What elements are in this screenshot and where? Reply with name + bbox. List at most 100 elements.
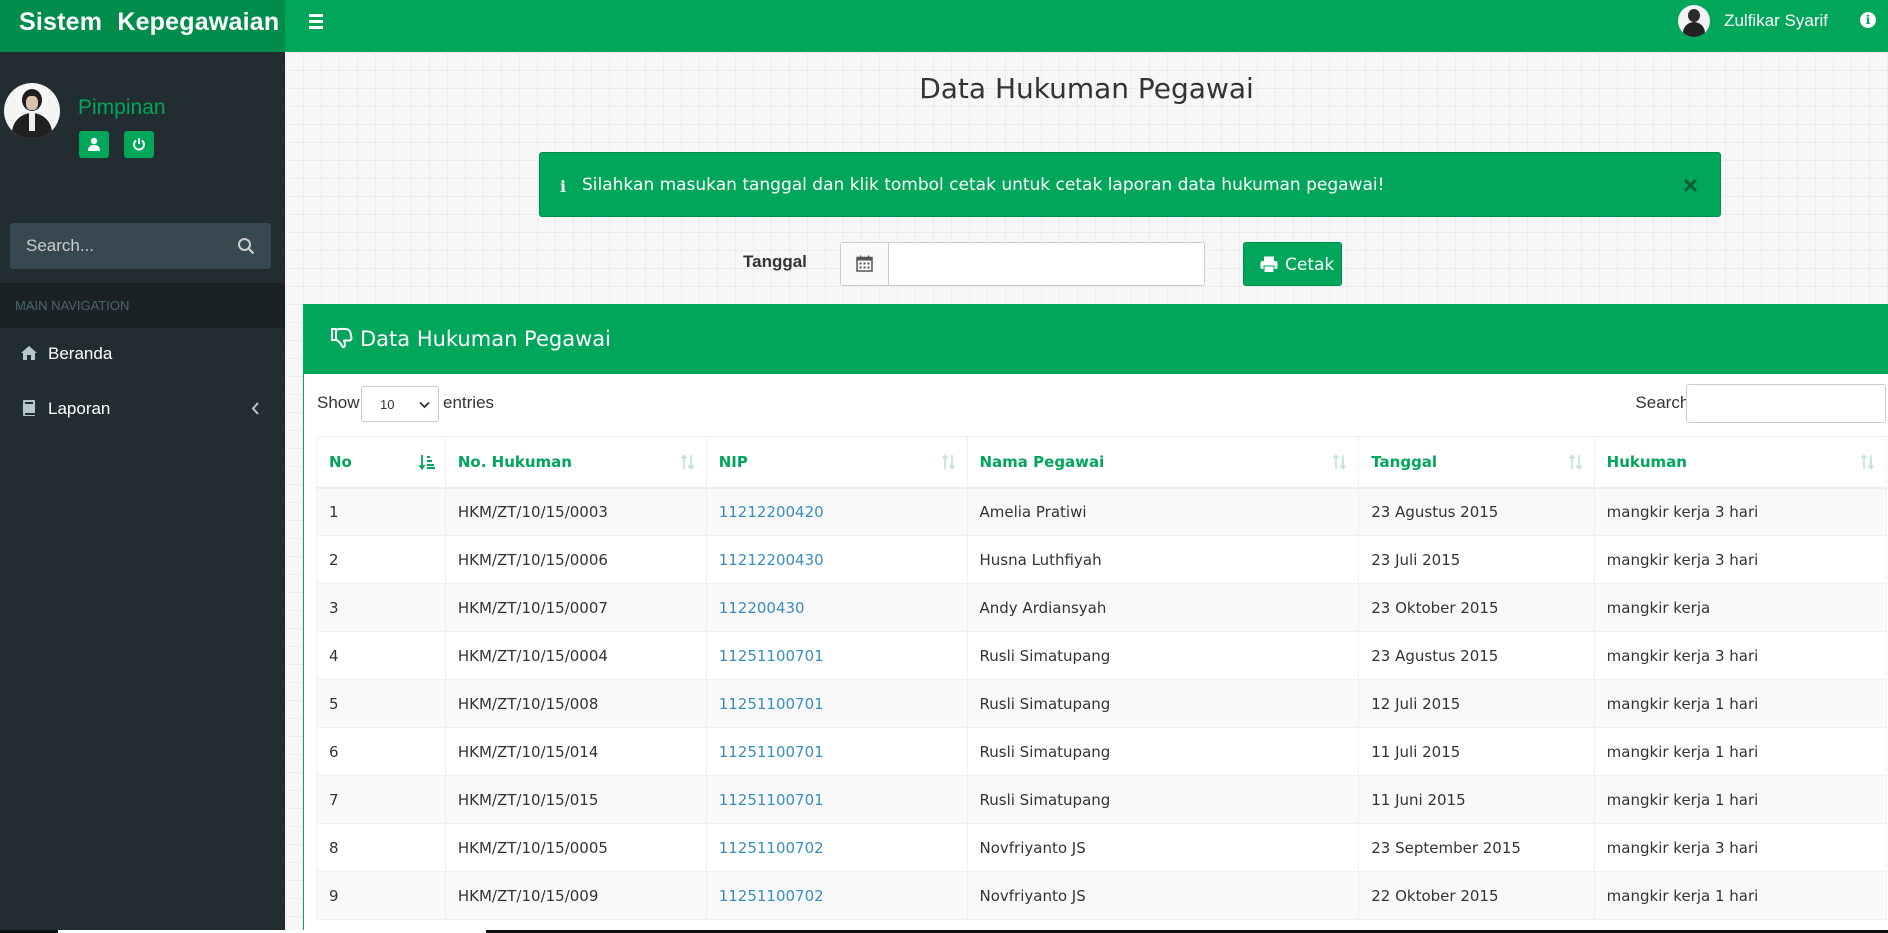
table-header-row: No No. Hukuman NIP Nama Pegawai Tanggal … — [316, 436, 1888, 489]
search-icon[interactable] — [237, 237, 255, 255]
cell-no-hukuman: HKM/ZT/10/15/008 — [444, 679, 707, 728]
column-header-hukuman[interactable]: Hukuman — [1593, 436, 1888, 489]
table-row: 4 HKM/ZT/10/15/0004 11251100701 Rusli Si… — [316, 631, 1888, 680]
chevron-left-icon — [251, 402, 259, 415]
cell-tanggal: 11 Juli 2015 — [1358, 727, 1595, 776]
entries-length-value: 10 — [380, 397, 395, 412]
cell-no-hukuman: HKM/ZT/10/15/0004 — [444, 631, 707, 680]
cell-hukuman: mangkir kerja 1 hari — [1593, 727, 1888, 776]
cell-tanggal: 12 Juli 2015 — [1358, 679, 1595, 728]
sidebar-item-label: Laporan — [48, 399, 111, 418]
show-label: Show — [317, 393, 360, 412]
chevron-down-icon — [419, 401, 430, 409]
sidebar-item-beranda[interactable]: Beranda — [0, 328, 285, 380]
calendar-icon — [856, 255, 873, 272]
cell-nip-link[interactable]: 112200430 — [705, 583, 968, 632]
cell-no: 4 — [316, 631, 446, 680]
column-label: Nama Pegawai — [979, 452, 1105, 471]
cell-nama-pegawai: Novfriyanto JS — [966, 823, 1360, 872]
cell-no: 2 — [316, 535, 446, 584]
column-header-no[interactable]: No — [316, 436, 446, 489]
logout-button[interactable] — [124, 131, 154, 158]
cell-tanggal: 23 September 2015 — [1358, 823, 1595, 872]
table-search-input[interactable] — [1686, 384, 1886, 423]
box-header: Data Hukuman Pegawai — [304, 307, 1888, 374]
info-icon[interactable]: i — [1860, 12, 1876, 28]
calendar-addon[interactable] — [841, 243, 889, 285]
column-label: Hukuman — [1606, 452, 1687, 471]
print-button-label: Cetak — [1285, 255, 1335, 275]
info-icon: i — [560, 177, 567, 196]
cell-no-hukuman: HKM/ZT/10/15/015 — [444, 775, 707, 824]
table-row: 8 HKM/ZT/10/15/0005 11251100702 Novfriya… — [316, 823, 1888, 872]
app-logo[interactable]: Sistem Kepegawaian — [0, 0, 285, 52]
cell-no: 7 — [316, 775, 446, 824]
table-row: 9 HKM/ZT/10/15/009 11251100702 Novfriyan… — [316, 871, 1888, 920]
thumbs-down-icon — [331, 327, 353, 349]
column-label: Tanggal — [1371, 452, 1438, 471]
column-header-nama-pegawai[interactable]: Nama Pegawai — [966, 436, 1360, 489]
alert-text: Silahkan masukan tanggal dan klik tombol… — [582, 175, 1385, 195]
cell-nip-link[interactable]: 11251100702 — [705, 871, 968, 920]
sort-icon — [1860, 454, 1875, 470]
cell-no: 8 — [316, 823, 446, 872]
cell-tanggal: 23 Juli 2015 — [1358, 535, 1595, 584]
cell-nip-link[interactable]: 11251100702 — [705, 823, 968, 872]
user-role: Pimpinan — [78, 96, 166, 119]
user-icon — [88, 137, 100, 151]
profile-button[interactable] — [79, 131, 109, 158]
content-area: Data Hukuman Pegawai i Silahkan masukan … — [285, 52, 1888, 933]
cell-no-hukuman: HKM/ZT/10/15/0007 — [444, 583, 707, 632]
print-icon — [1260, 256, 1278, 273]
sidebar-item-laporan[interactable]: Laporan — [0, 383, 285, 435]
entries-label: entries — [443, 393, 495, 412]
user-menu[interactable]: Zulfikar Syarif — [1678, 5, 1828, 37]
cell-tanggal: 23 Agustus 2015 — [1358, 631, 1595, 680]
column-header-no-hukuman[interactable]: No. Hukuman — [444, 436, 707, 489]
data-table: No No. Hukuman NIP Nama Pegawai Tanggal … — [316, 436, 1888, 920]
date-input-group — [840, 242, 1205, 286]
column-header-tanggal[interactable]: Tanggal — [1358, 436, 1595, 489]
column-label: NIP — [718, 452, 748, 471]
column-header-nip[interactable]: NIP — [705, 436, 968, 489]
data-box: Data Hukuman Pegawai Show 10 entries Sea… — [303, 304, 1888, 933]
sidebar-toggle-button[interactable] — [303, 10, 329, 36]
cell-nip-link[interactable]: 11251100701 — [705, 727, 968, 776]
column-label: No — [329, 452, 352, 471]
datatable-controls: Show 10 entries Search: — [304, 374, 1888, 436]
cell-nip-link[interactable]: 11251100701 — [705, 679, 968, 728]
cell-no: 6 — [316, 727, 446, 776]
sidebar-search-input[interactable] — [10, 223, 230, 269]
cell-no-hukuman: HKM/ZT/10/15/009 — [444, 871, 707, 920]
table-body: 1 HKM/ZT/10/15/0003 11212200420 Amelia P… — [316, 487, 1888, 920]
cell-nip-link[interactable]: 11251100701 — [705, 775, 968, 824]
sidebar: Pimpinan MAIN NAVIGATION Beranda Laporan — [0, 52, 285, 933]
cell-nama-pegawai: Novfriyanto JS — [966, 871, 1360, 920]
entries-length-select[interactable]: 10 — [361, 386, 439, 422]
cell-nama-pegawai: Husna Luthfiyah — [966, 535, 1360, 584]
cell-no: 3 — [316, 583, 446, 632]
cell-no-hukuman: HKM/ZT/10/15/0005 — [444, 823, 707, 872]
date-label: Tanggal — [743, 252, 807, 271]
cell-nama-pegawai: Amelia Pratiwi — [966, 487, 1360, 536]
user-panel: Pimpinan — [0, 52, 285, 162]
date-input[interactable] — [890, 243, 1203, 285]
sidebar-item-label: Beranda — [48, 344, 113, 363]
bars-icon — [303, 14, 329, 29]
top-navbar: Zulfikar Syarif i — [285, 0, 1888, 52]
close-icon[interactable]: × — [1683, 170, 1698, 201]
box-title: Data Hukuman Pegawai — [360, 327, 611, 351]
cell-hukuman: mangkir kerja 1 hari — [1593, 679, 1888, 728]
sort-icon — [1333, 454, 1347, 470]
cell-nip-link[interactable]: 11251100701 — [705, 631, 968, 680]
cell-nama-pegawai: Rusli Simatupang — [966, 727, 1360, 776]
table-row: 7 HKM/ZT/10/15/015 11251100701 Rusli Sim… — [316, 775, 1888, 824]
cell-nip-link[interactable]: 11212200420 — [705, 487, 968, 536]
cell-nip-link[interactable]: 11212200430 — [705, 535, 968, 584]
table-row: 1 HKM/ZT/10/15/0003 11212200420 Amelia P… — [316, 487, 1888, 536]
sort-icon — [1568, 454, 1582, 470]
avatar — [1678, 5, 1711, 37]
cell-no-hukuman: HKM/ZT/10/15/0003 — [444, 487, 707, 536]
print-button[interactable]: Cetak — [1243, 242, 1342, 286]
cell-no: 1 — [316, 487, 446, 536]
